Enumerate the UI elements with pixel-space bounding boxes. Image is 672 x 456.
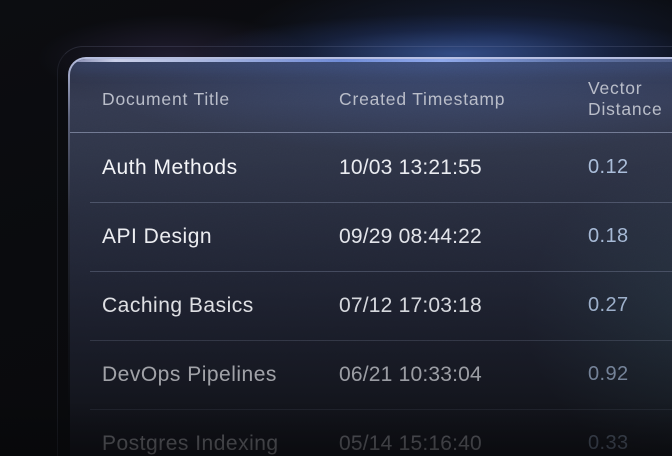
column-header-created-timestamp: Created Timestamp	[339, 89, 588, 110]
vector-distance-cell: 0.33	[588, 432, 672, 455]
created-timestamp-cell: 07/12 17:03:18	[339, 294, 588, 318]
vector-distance-cell: 0.12	[588, 156, 672, 179]
document-title-cell: Postgres Indexing	[102, 432, 339, 456]
table-row[interactable]: API Design 09/29 08:44:22 0.18	[70, 202, 672, 271]
created-timestamp-cell: 06/21 10:33:04	[339, 363, 588, 387]
results-table-panel: Document Title Created Timestamp Vector …	[68, 57, 672, 456]
table-row[interactable]: DevOps Pipelines 06/21 10:33:04 0.92	[70, 340, 672, 409]
vector-distance-cell: 0.92	[588, 363, 672, 386]
column-header-document-title: Document Title	[102, 89, 339, 110]
document-title-cell: Caching Basics	[102, 294, 339, 318]
created-timestamp-cell: 10/03 13:21:55	[339, 156, 588, 180]
documents-table: Document Title Created Timestamp Vector …	[70, 59, 672, 456]
table-row[interactable]: Caching Basics 07/12 17:03:18 0.27	[70, 271, 672, 340]
vector-distance-cell: 0.27	[588, 294, 672, 317]
table-row[interactable]: Auth Methods 10/03 13:21:55 0.12	[70, 133, 672, 202]
table-row[interactable]: Postgres Indexing 05/14 15:16:40 0.33	[70, 409, 672, 456]
document-title-cell: API Design	[102, 225, 339, 249]
table-header-row: Document Title Created Timestamp Vector …	[70, 59, 672, 133]
document-title-cell: DevOps Pipelines	[102, 363, 339, 387]
column-header-vector-distance: Vector Distance	[588, 78, 672, 120]
screenshot-stage: Document Title Created Timestamp Vector …	[0, 0, 672, 456]
vector-distance-cell: 0.18	[588, 225, 672, 248]
created-timestamp-cell: 09/29 08:44:22	[339, 225, 588, 249]
document-title-cell: Auth Methods	[102, 156, 339, 180]
created-timestamp-cell: 05/14 15:16:40	[339, 432, 588, 456]
table-body: Auth Methods 10/03 13:21:55 0.12 API Des…	[70, 133, 672, 456]
